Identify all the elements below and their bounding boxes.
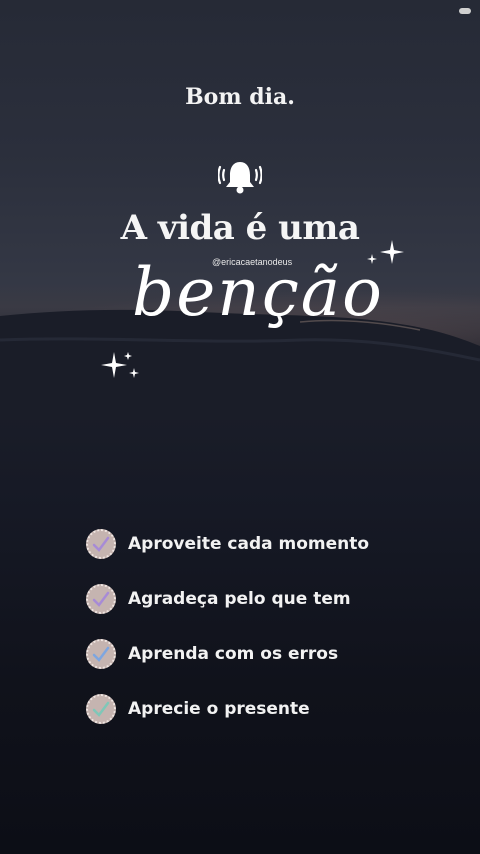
script-word: bençãο — [132, 254, 384, 331]
list-item-label: Aproveite cada momento — [128, 534, 370, 554]
list-item-label: Aprecie o presente — [128, 699, 310, 719]
list-item-label: Aprenda com os erros — [128, 644, 339, 664]
check-icon — [86, 584, 116, 614]
list-item: Aprecie o presente — [86, 693, 416, 725]
greeting-text: Bom dia. — [185, 84, 295, 110]
list-item: Agradeça pelo que tem — [86, 583, 416, 615]
bell-icon — [218, 162, 262, 194]
check-icon — [86, 529, 116, 559]
affirmation-list: Aproveite cada momento Agradeça pelo que… — [86, 528, 416, 748]
list-item: Aprenda com os erros — [86, 638, 416, 670]
status-indicator — [459, 8, 471, 14]
check-icon — [86, 694, 116, 724]
list-item: Aproveite cada momento — [86, 528, 416, 560]
check-icon — [86, 639, 116, 669]
list-item-label: Agradeça pelo que tem — [128, 589, 351, 609]
headline-title: A vida é uma — [120, 208, 360, 248]
story-screen: Bom dia. A vida é uma @ericacaetanodeus … — [0, 0, 480, 854]
sparkle-icon — [101, 352, 139, 378]
